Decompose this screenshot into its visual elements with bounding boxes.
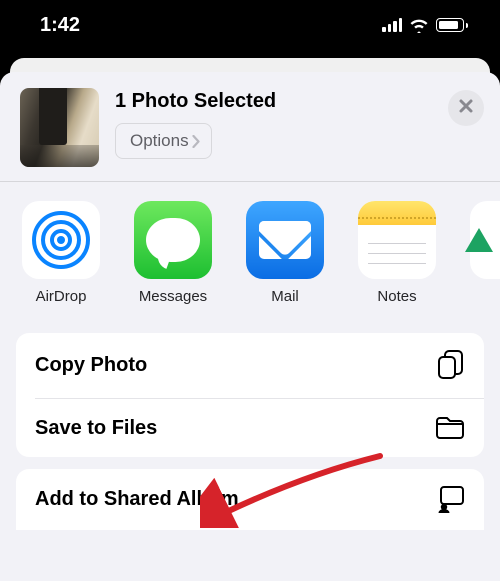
status-time: 1:42 <box>40 14 80 37</box>
action-label: Copy Photo <box>35 354 147 377</box>
mail-icon <box>246 201 324 279</box>
actions-group-2: Add to Shared Album <box>16 469 484 530</box>
action-label: Save to Files <box>35 417 157 440</box>
status-bar: 1:42 <box>0 0 500 58</box>
app-label: Mail <box>271 288 299 305</box>
action-save-to-files[interactable]: Save to Files <box>16 399 484 457</box>
share-title: 1 Photo Selected <box>115 90 432 113</box>
share-apps-row[interactable]: AirDrop Messages Mail Notes <box>0 182 500 305</box>
header-text: 1 Photo Selected Options <box>115 88 432 159</box>
app-airdrop[interactable]: AirDrop <box>20 201 102 305</box>
share-sheet: 1 Photo Selected Options AirDrop <box>0 72 500 581</box>
close-button[interactable] <box>448 90 484 126</box>
app-label: AirDrop <box>36 288 87 305</box>
options-button[interactable]: Options <box>115 123 212 159</box>
photo-thumbnail <box>20 88 99 167</box>
folder-icon <box>435 416 465 440</box>
shared-album-icon <box>435 486 465 513</box>
actions-group-1: Copy Photo Save to Files <box>16 333 484 457</box>
status-icons <box>382 17 468 33</box>
airdrop-icon <box>22 201 100 279</box>
share-sheet-header: 1 Photo Selected Options <box>0 72 500 181</box>
notes-icon <box>358 201 436 279</box>
cellular-signal-icon <box>382 18 402 32</box>
app-label: Notes <box>377 288 416 305</box>
action-add-to-shared-album[interactable]: Add to Shared Album <box>16 469 484 530</box>
app-mail[interactable]: Mail <box>244 201 326 305</box>
wifi-icon <box>409 17 429 33</box>
app-label: Messages <box>139 288 207 305</box>
close-icon <box>458 98 474 119</box>
partial-app-icon <box>470 201 500 279</box>
app-notes[interactable]: Notes <box>356 201 438 305</box>
app-partial[interactable] <box>468 201 500 305</box>
messages-icon <box>134 201 212 279</box>
action-copy-photo[interactable]: Copy Photo <box>16 333 484 398</box>
chevron-right-icon <box>192 135 200 148</box>
app-messages[interactable]: Messages <box>132 201 214 305</box>
action-label: Add to Shared Album <box>35 488 239 511</box>
options-label: Options <box>130 131 189 151</box>
battery-icon <box>436 18 468 32</box>
copy-icon <box>436 350 465 381</box>
